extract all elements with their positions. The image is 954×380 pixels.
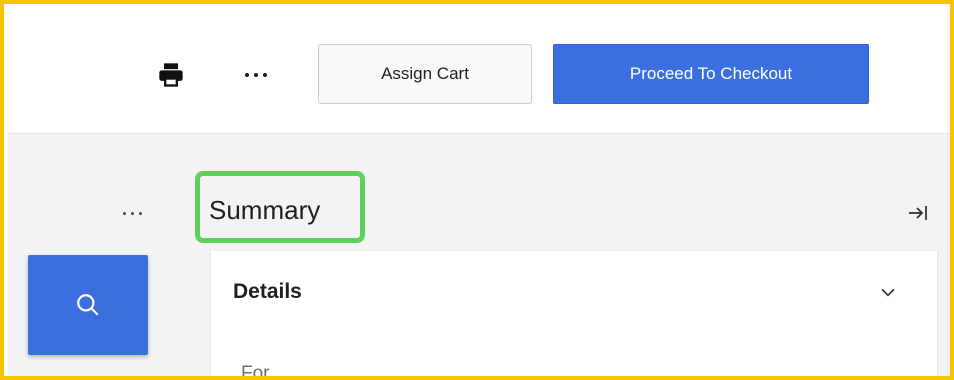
details-header[interactable]: Details	[233, 280, 302, 304]
details-card: Details For	[211, 251, 937, 380]
details-toggle-button[interactable]	[873, 277, 903, 307]
panel-more-button[interactable]	[112, 203, 152, 223]
collapse-right-icon	[909, 206, 927, 220]
chevron-down-icon	[881, 288, 895, 297]
proceed-to-checkout-button[interactable]: Proceed To Checkout	[553, 44, 869, 104]
more-horizontal-icon	[245, 73, 267, 77]
screenshot-frame: Assign Cart Proceed To Checkout Summary	[0, 0, 954, 380]
assign-cart-label: Assign Cart	[381, 64, 469, 83]
collapse-panel-button[interactable]	[901, 196, 935, 230]
search-button[interactable]	[28, 255, 148, 355]
for-label: For	[241, 363, 270, 380]
summary-title: Summary	[209, 195, 321, 225]
assign-cart-button[interactable]: Assign Cart	[318, 44, 532, 104]
more-options-button[interactable]	[236, 58, 276, 92]
top-toolbar: Assign Cart Proceed To Checkout	[8, 8, 950, 134]
more-horizontal-icon	[122, 211, 142, 215]
search-icon	[77, 294, 99, 316]
printer-icon	[159, 63, 183, 87]
summary-panel: Summary Details For	[8, 134, 950, 380]
print-button[interactable]	[154, 58, 188, 92]
proceed-to-checkout-label: Proceed To Checkout	[629, 64, 793, 83]
